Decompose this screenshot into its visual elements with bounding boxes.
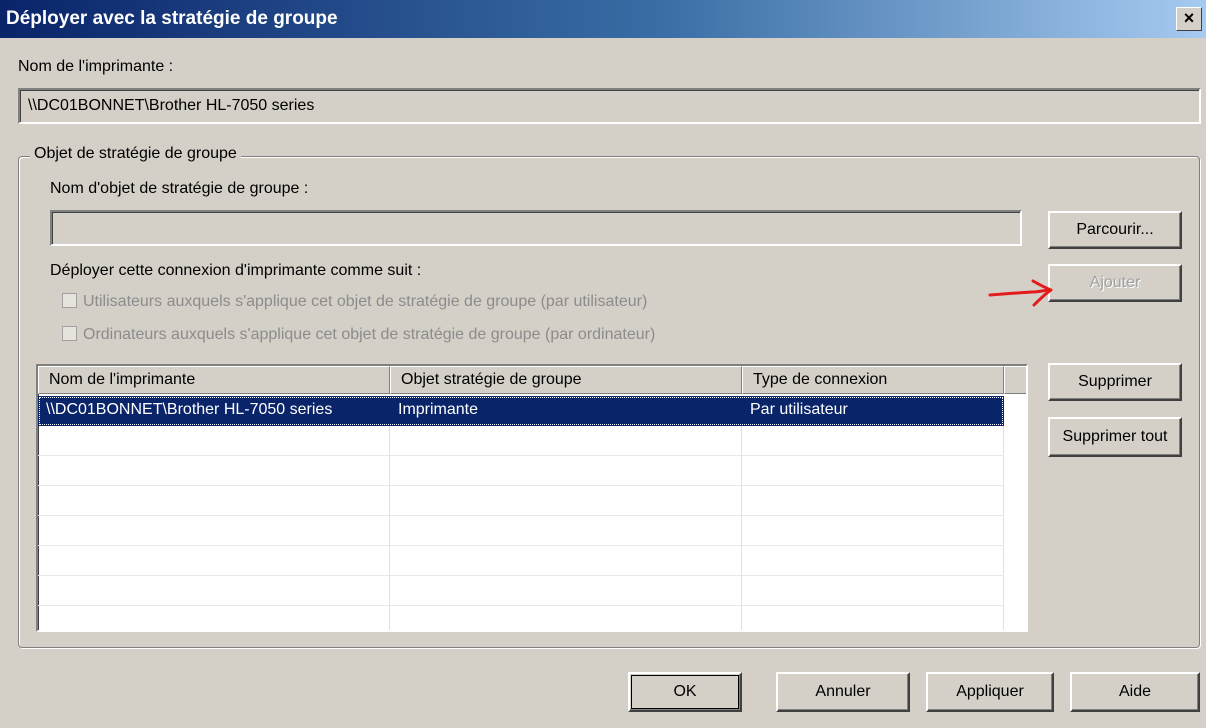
list-header: Nom de l'imprimante Objet stratégie de g… [38,366,1026,394]
printer-name-field: \\DC01BONNET\Brother HL-7050 series [18,88,1201,124]
table-row-empty [38,486,1004,516]
cell-gpo: Imprimante [390,396,742,426]
gpo-groupbox-legend: Objet de stratégie de groupe [30,145,241,163]
checkbox-per-user-label: Utilisateurs auxquels s'applique cet obj… [83,293,648,310]
add-button[interactable]: Ajouter [1048,264,1182,302]
column-header-filler [1004,366,1026,394]
help-button[interactable]: Aide [1070,672,1200,712]
window-title: Déployer avec la stratégie de groupe [6,8,338,29]
column-header-gpo[interactable]: Objet stratégie de groupe [390,366,742,394]
close-button[interactable]: × [1176,7,1202,31]
deploy-label: Déployer cette connexion d'imprimante co… [50,262,422,279]
checkbox-per-computer-label: Ordinateurs auxquels s'applique cet obje… [83,326,656,343]
ok-button[interactable]: OK [628,672,742,712]
remove-all-button[interactable]: Supprimer tout [1048,417,1182,457]
cell-printer-name: \\DC01BONNET\Brother HL-7050 series [38,396,390,426]
table-row-empty [38,546,1004,576]
gpo-name-input[interactable] [50,210,1022,246]
checkbox-per-user[interactable]: Utilisateurs auxquels s'applique cet obj… [62,293,647,311]
gpo-name-label: Nom d'objet de stratégie de groupe : [50,180,309,197]
table-row[interactable]: \\DC01BONNET\Brother HL-7050 series Impr… [38,396,1004,426]
remove-button[interactable]: Supprimer [1048,363,1182,401]
cell-connection-type: Par utilisateur [742,396,1004,426]
column-header-connection-type[interactable]: Type de connexion [742,366,1004,394]
checkbox-per-user-box[interactable] [62,293,77,308]
column-header-printer[interactable]: Nom de l'imprimante [38,366,390,394]
table-row-empty [38,576,1004,606]
printer-name-label: Nom de l'imprimante : [18,58,174,75]
cancel-button[interactable]: Annuler [776,672,910,712]
table-row-empty [38,426,1004,456]
table-row-empty [38,456,1004,486]
checkbox-per-computer[interactable]: Ordinateurs auxquels s'applique cet obje… [62,326,655,344]
table-row-empty [38,516,1004,546]
table-row-empty [38,606,1004,630]
checkbox-per-computer-box[interactable] [62,326,77,341]
deployed-printers-list[interactable]: Nom de l'imprimante Objet stratégie de g… [36,364,1028,632]
browse-button[interactable]: Parcourir... [1048,211,1182,249]
apply-button[interactable]: Appliquer [926,672,1054,712]
annotation-arrow-icon [988,279,1053,307]
